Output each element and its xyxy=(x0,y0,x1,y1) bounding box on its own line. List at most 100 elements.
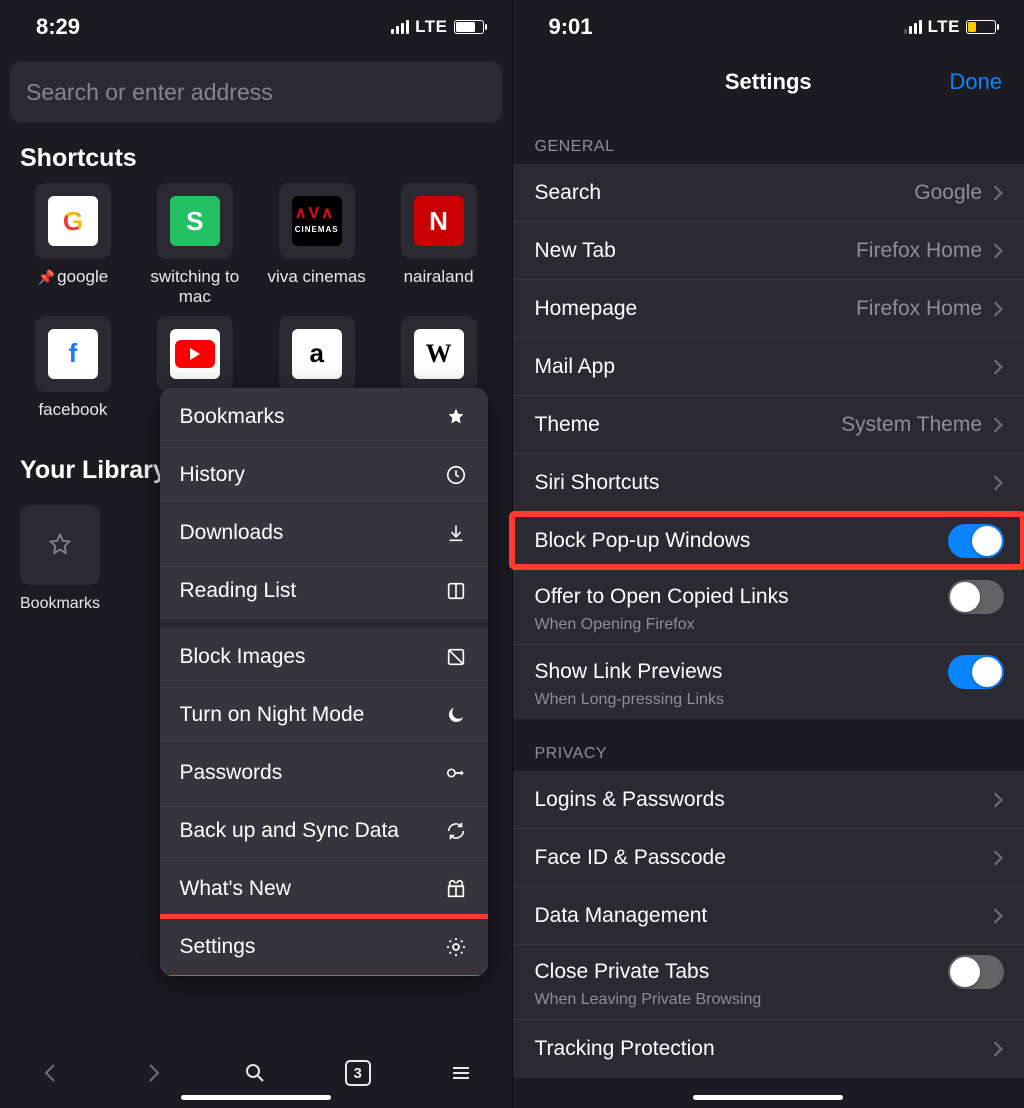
menu-item-label: Back up and Sync Data xyxy=(180,819,444,843)
gift-icon xyxy=(444,877,468,901)
menu-item-label: Downloads xyxy=(180,521,444,545)
shortcut-nairaland[interactable]: Nnairaland xyxy=(382,183,496,308)
shortcut-tile: G xyxy=(48,196,98,246)
settings-row-theme[interactable]: ThemeSystem Theme xyxy=(513,396,1024,454)
row-label: Show Link Previews xyxy=(535,660,949,684)
chevron-right-icon xyxy=(992,242,1004,260)
settings-row-new-tab[interactable]: New TabFirefox Home xyxy=(513,222,1024,280)
menu-item-passwords[interactable]: Passwords xyxy=(160,744,488,802)
menu-separator xyxy=(160,620,488,628)
row-value: Google xyxy=(914,181,982,205)
shortcut-google[interactable]: G 📌google xyxy=(16,183,130,308)
menu-item-history[interactable]: History xyxy=(160,446,488,504)
row-label: New Tab xyxy=(535,239,856,263)
shortcut-label: switching to mac xyxy=(138,267,252,308)
row-value: Firefox Home xyxy=(856,239,982,263)
menu-item-label: Bookmarks xyxy=(180,405,444,429)
settings-row-close-private-tabs[interactable]: Close Private Tabs When Leaving Private B… xyxy=(513,945,1024,1020)
shortcut-tile: N xyxy=(414,196,464,246)
menu-item-block-images[interactable]: Block Images xyxy=(160,628,488,686)
settings-row-show-link-previews[interactable]: Show Link PreviewsWhen Long-pressing Lin… xyxy=(513,645,1024,719)
chevron-right-icon xyxy=(992,416,1004,434)
clock-icon xyxy=(444,463,468,487)
status-time: 8:29 xyxy=(36,14,80,40)
left-pane-firefox-home: 8:29 LTE Search or enter address Shortcu… xyxy=(0,0,512,1108)
chevron-right-icon xyxy=(992,358,1004,376)
shortcut-tile: S xyxy=(170,196,220,246)
menu-button[interactable] xyxy=(449,1061,473,1085)
shortcut-tile: W xyxy=(414,329,464,379)
row-label: Homepage xyxy=(535,297,856,321)
chevron-right-icon xyxy=(992,474,1004,492)
settings-row-block-pop-up-windows[interactable]: Block Pop-up Windows xyxy=(513,512,1024,570)
settings-row-homepage[interactable]: HomepageFirefox Home xyxy=(513,280,1024,338)
shortcut-tile-wrap: f xyxy=(35,316,111,392)
settings-row-tracking-protection[interactable]: Tracking Protection xyxy=(513,1020,1024,1078)
settings-row-offer-to-open-copied-links[interactable]: Offer to Open Copied LinksWhen Opening F… xyxy=(513,570,1024,645)
settings-row-face-id-passcode[interactable]: Face ID & Passcode xyxy=(513,829,1024,887)
library-item-label: Bookmarks xyxy=(20,595,100,613)
right-pane-settings: 9:01 LTE Settings Done GENERALSearchGoog… xyxy=(512,0,1024,1108)
menu-item-back-up-and-sync-data[interactable]: Back up and Sync Data xyxy=(160,802,488,860)
shortcut-label: 📌google xyxy=(38,267,109,287)
status-bar: 9:01 LTE xyxy=(513,0,1024,46)
shortcut-tile-wrap xyxy=(157,316,233,392)
toggle[interactable] xyxy=(948,655,1004,689)
settings-row-logins-passwords[interactable]: Logins & Passwords xyxy=(513,771,1024,829)
toggle[interactable] xyxy=(948,524,1004,558)
settings-row-siri-shortcuts[interactable]: Siri Shortcuts xyxy=(513,454,1024,512)
row-label: Block Pop-up Windows xyxy=(535,529,949,553)
group-header-privacy: PRIVACY xyxy=(513,719,1024,771)
menu-item-reading-list[interactable]: Reading List xyxy=(160,562,488,620)
toggle[interactable] xyxy=(948,580,1004,614)
menu-item-downloads[interactable]: Downloads xyxy=(160,504,488,562)
bookmarks-tile xyxy=(20,505,100,585)
home-indicator xyxy=(181,1095,331,1100)
search-button[interactable] xyxy=(243,1061,267,1085)
menu-item-what-s-new[interactable]: What's New xyxy=(160,860,488,918)
row-label: Tracking Protection xyxy=(535,1037,993,1061)
library-item-bookmarks[interactable]: Bookmarks xyxy=(20,505,100,613)
row-label: Siri Shortcuts xyxy=(535,471,993,495)
shortcut-label: nairaland xyxy=(404,267,474,287)
back-button[interactable] xyxy=(39,1061,63,1085)
row-subtitle: When Leaving Private Browsing xyxy=(535,991,762,1009)
menu-item-label: What's New xyxy=(180,877,444,901)
menu-item-settings[interactable]: Settings xyxy=(160,918,488,976)
shortcut-facebook[interactable]: f facebook xyxy=(16,316,130,420)
moon-icon xyxy=(444,703,468,727)
shortcut-tile-wrap: W xyxy=(401,316,477,392)
status-right: LTE xyxy=(904,17,996,37)
shortcut-switching-to-mac[interactable]: Sswitching to mac xyxy=(138,183,252,308)
signal-icon xyxy=(904,20,922,34)
toggle[interactable] xyxy=(948,955,1004,989)
shortcuts-header: Shortcuts xyxy=(0,130,512,183)
chevron-right-icon xyxy=(992,849,1004,867)
row-value: Firefox Home xyxy=(856,297,982,321)
shortcut-viva-cinemas[interactable]: ∧V∧CINEMASviva cinemas xyxy=(260,183,374,308)
settings-row-search[interactable]: SearchGoogle xyxy=(513,164,1024,222)
row-value: System Theme xyxy=(841,413,982,437)
shortcut-tile: ∧V∧CINEMAS xyxy=(292,196,342,246)
shortcut-tile-wrap: G xyxy=(35,183,111,259)
tabs-button[interactable]: 3 xyxy=(345,1060,371,1086)
forward-button[interactable] xyxy=(141,1061,165,1085)
row-label: Close Private Tabs xyxy=(535,960,949,984)
network-label: LTE xyxy=(928,17,960,37)
book-icon xyxy=(444,579,468,603)
menu-item-turn-on-night-mode[interactable]: Turn on Night Mode xyxy=(160,686,488,744)
status-bar: 8:29 LTE xyxy=(0,0,512,46)
group-header-general: GENERAL xyxy=(513,112,1024,164)
menu-item-label: Settings xyxy=(180,935,444,959)
address-bar[interactable]: Search or enter address xyxy=(10,62,502,122)
shortcut-label: facebook xyxy=(38,400,107,420)
overflow-menu: Bookmarks History Downloads Reading List Blo… xyxy=(160,388,488,976)
settings-row-data-management[interactable]: Data Management xyxy=(513,887,1024,945)
done-button[interactable]: Done xyxy=(949,69,1002,95)
settings-group: Logins & PasswordsFace ID & PasscodeData… xyxy=(513,771,1024,1078)
shortcut-tile-wrap: N xyxy=(401,183,477,259)
menu-item-bookmarks[interactable]: Bookmarks xyxy=(160,388,488,446)
shortcut-tile: a xyxy=(292,329,342,379)
nav-header: Settings Done xyxy=(513,52,1024,112)
settings-row-mail-app[interactable]: Mail App xyxy=(513,338,1024,396)
